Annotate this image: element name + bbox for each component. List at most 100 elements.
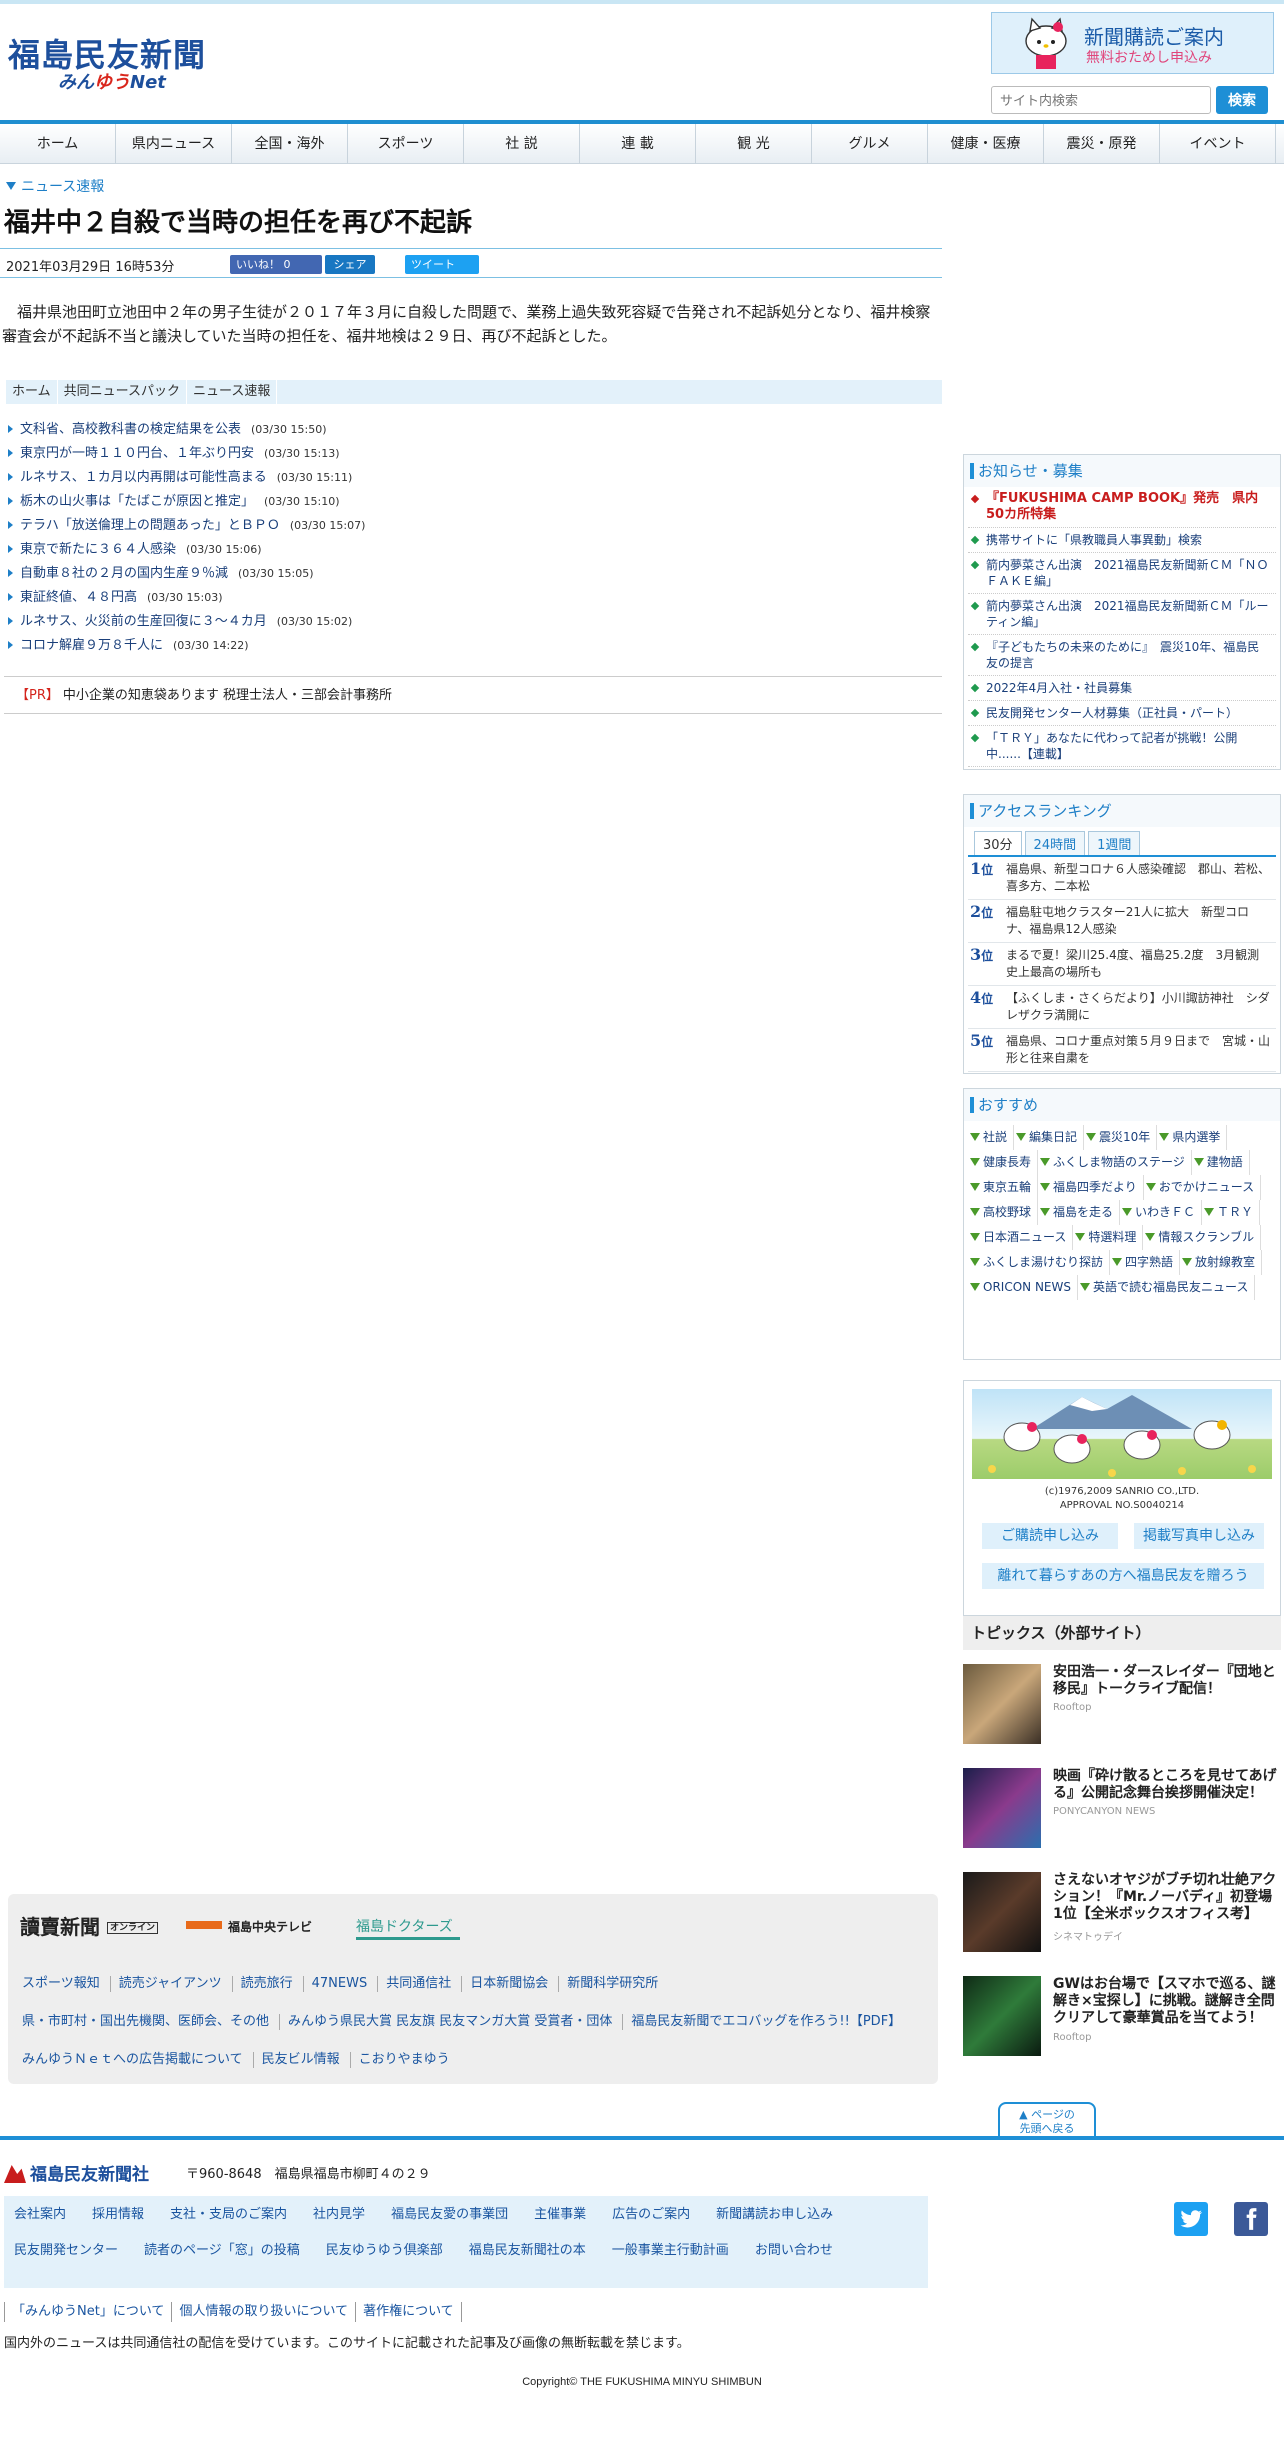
footer-link[interactable]: 会社案内	[10, 2206, 70, 2224]
topic-item[interactable]: 映画『砕け散るところを見せてあげる』公開記念舞台挨拶開催決定！ PONYCANY…	[963, 1768, 1281, 1856]
footer-link[interactable]: 新聞講読お申し込み	[712, 2206, 837, 2224]
subscription-banner[interactable]: 新聞購読ご案内 無料おためし申込み	[991, 12, 1274, 74]
nav-item-home[interactable]: ホーム	[0, 124, 116, 164]
nav-item-gourmet[interactable]: グルメ	[812, 124, 928, 164]
partner-link[interactable]: 日本新聞協会	[462, 1976, 560, 1992]
policy-link[interactable]: 個人情報の取り扱いについて	[171, 2302, 355, 2322]
tag-home[interactable]: ホーム	[6, 380, 58, 404]
footer-link[interactable]: 社内見学	[309, 2206, 369, 2224]
fukushima-doctors-logo[interactable]: 福島ドクターズ	[356, 1910, 460, 1940]
search-input[interactable]	[991, 86, 1211, 114]
footer-link[interactable]: 支社・支局のご案内	[166, 2206, 291, 2224]
twitter-icon[interactable]	[1174, 2202, 1208, 2236]
tag-news-flash[interactable]: ニュース速報	[187, 380, 278, 404]
partner-link[interactable]: 読売ジャイアンツ	[111, 1976, 233, 1992]
partner-link[interactable]: 読売旅行	[233, 1976, 304, 1992]
recommended-link[interactable]: 県内選挙	[1157, 1125, 1228, 1150]
partner-link[interactable]: 民友ビル情報	[254, 2052, 351, 2068]
subscribe-button[interactable]: ご購読申し込み	[982, 1523, 1118, 1549]
partner-link[interactable]: 47NEWS	[304, 1976, 379, 1992]
news-item[interactable]: 自動車８社の２月の国内生産９％減 (03/30 15:05)	[8, 562, 942, 586]
recommended-link[interactable]: 日本酒ニュース	[968, 1225, 1074, 1250]
footer-link[interactable]: 福島民友愛の事業団	[387, 2206, 512, 2224]
facebook-share-button[interactable]: シェア	[325, 255, 375, 274]
partner-link[interactable]: スポーツ報知	[14, 1976, 111, 1992]
facebook-like-button[interactable]: いいね！ 0	[230, 255, 322, 274]
nav-item-health[interactable]: 健康・医療	[928, 124, 1044, 164]
recommended-link[interactable]: いわきＦＣ	[1120, 1200, 1203, 1225]
partner-link[interactable]: みんゆう県民大賞 民友旗 民友マンガ大賞 受賞者・団体	[280, 2014, 624, 2030]
news-item[interactable]: 東京円が一時１１０円台、１年ぶり円安 (03/30 15:13)	[8, 442, 942, 466]
tab-1week[interactable]: 1週間	[1088, 831, 1141, 855]
recommended-link[interactable]: 特選料理	[1073, 1225, 1144, 1250]
recommended-link[interactable]: おでかけニュース	[1144, 1175, 1262, 1200]
news-item[interactable]: テラハ「放送倫理上の問題あった」とＢＰＯ (03/30 15:07)	[8, 514, 942, 538]
recommended-link[interactable]: 福島四季だより	[1038, 1175, 1144, 1200]
policy-link[interactable]: 著作権について	[355, 2302, 462, 2322]
tag-kyodo-pack[interactable]: 共同ニュースパック	[58, 380, 187, 404]
footer-link[interactable]: 一般事業主行動計画	[608, 2242, 733, 2260]
nav-item-sports[interactable]: スポーツ	[348, 124, 464, 164]
news-item[interactable]: ルネサス、火災前の生産回復に３～４カ月 (03/30 15:02)	[8, 610, 942, 634]
recommended-link[interactable]: 編集日記	[1014, 1125, 1085, 1150]
notice-item[interactable]: 2022年4月入社・社員募集	[968, 676, 1276, 701]
recommended-link[interactable]: 震災10年	[1084, 1125, 1158, 1150]
pr-link[interactable]: 【PR】 中小企業の知恵袋あります 税理士法人・三部会計事務所	[4, 676, 942, 714]
recommended-link[interactable]: 社説	[968, 1125, 1015, 1150]
partner-link[interactable]: こおりやまゆう	[351, 2052, 460, 2068]
partner-link[interactable]: 共同通信社	[378, 1976, 463, 1992]
footer-logo[interactable]: 福島民友新聞社	[4, 2160, 149, 2185]
recommended-link[interactable]: 東京五輪	[968, 1175, 1039, 1200]
facebook-icon[interactable]	[1234, 2202, 1268, 2236]
news-item[interactable]: 東京で新たに３６４人感染 (03/30 15:06)	[8, 538, 942, 562]
recommended-link[interactable]: ふくしま湯けむり探訪	[968, 1250, 1111, 1275]
notice-item[interactable]: 「ＴＲＹ」あなたに代わって記者が挑戦！公開中......【連載】	[968, 726, 1276, 767]
footer-link[interactable]: 採用情報	[88, 2206, 148, 2224]
site-logo[interactable]: 福島民友新聞 みんゆうNet	[8, 30, 218, 93]
fct-logo[interactable]: 福島中央テレビ	[186, 1910, 336, 1944]
notice-item[interactable]: 箭内夢菜さん出演 2021福島民友新聞新ＣＭ「ＮＯＦＡＫＥ編」	[968, 553, 1276, 594]
ranking-item[interactable]: 3位 まるで夏！梁川25.4度、福島25.2度 3月観測史上最高の場所も	[968, 943, 1276, 986]
tab-24h[interactable]: 24時間	[1024, 831, 1086, 855]
nav-item-tourism[interactable]: 観 光	[696, 124, 812, 164]
yomiuri-logo[interactable]: 讀賣新聞 オンライン	[20, 1910, 170, 1944]
notice-item[interactable]: 携帯サイトに「県教職員人事異動」検索	[968, 528, 1276, 553]
nav-item-series[interactable]: 連 載	[580, 124, 696, 164]
ranking-item[interactable]: 2位 福島駐屯地クラスター21人に拡大 新型コロナ、福島県12人感染	[968, 900, 1276, 943]
notice-item[interactable]: 『子どもたちの未来のために』 震災10年、福島民友の提言	[968, 635, 1276, 676]
policy-link[interactable]: 「みんゆうNet」について	[4, 2302, 171, 2322]
news-item[interactable]: ルネサス、１カ月以内再開は可能性高まる (03/30 15:11)	[8, 466, 942, 490]
ranking-item[interactable]: 4位 【ふくしま・さくらだより】小川諏訪神社 シダレザクラ満開に	[968, 986, 1276, 1029]
back-to-top-button[interactable]: ▲ ページの 先頭へ戻る	[998, 2102, 1096, 2140]
recommended-link[interactable]: 放射線教室	[1180, 1250, 1263, 1275]
gift-subscription-button[interactable]: 離れて暮らすあの方へ福島民友を贈ろう	[982, 1563, 1264, 1589]
nav-item-disaster[interactable]: 震災・原発	[1044, 124, 1160, 164]
footer-link[interactable]: お問い合わせ	[751, 2242, 837, 2260]
ranking-item[interactable]: 1位 福島県、新型コロナ６人感染確認 郡山、若松、喜多方、二本松	[968, 857, 1276, 900]
ranking-item[interactable]: 5位 福島県、コロナ重点対策５月９日まで 宮城・山形と往来自粛を	[968, 1029, 1276, 1072]
notice-item[interactable]: 箭内夢菜さん出演 2021福島民友新聞新ＣＭ「ルーティン編」	[968, 594, 1276, 635]
search-button[interactable]: 検索	[1216, 86, 1268, 114]
topic-item[interactable]: GWはお台場で【スマホで巡る、謎解き×宝探し】に挑戦。謎解き全問クリアして豪華賞…	[963, 1976, 1281, 2064]
news-item[interactable]: 文科省、高校教科書の検定結果を公表 (03/30 15:50)	[8, 418, 942, 442]
partner-link[interactable]: みんゆうＮｅｔへの広告掲載について	[14, 2052, 254, 2068]
nav-item-national[interactable]: 全国・海外	[232, 124, 348, 164]
recommended-link[interactable]: 健康長寿	[968, 1150, 1039, 1175]
footer-link[interactable]: 福島民友新聞社の本	[465, 2242, 590, 2260]
tab-30min[interactable]: 30分	[974, 831, 1022, 855]
tweet-button[interactable]: ツイート	[405, 255, 479, 274]
footer-link[interactable]: 広告のご案内	[608, 2206, 694, 2224]
nav-item-events[interactable]: イベント	[1160, 124, 1276, 164]
partner-link[interactable]: 県・市町村・国出先機関、医師会、その他	[14, 2014, 281, 2030]
partner-link[interactable]: 福島民友新聞でエコバッグを作ろう!!【PDF】	[623, 2014, 911, 2030]
recommended-link[interactable]: ORICON NEWS	[968, 1275, 1078, 1300]
recommended-link[interactable]: 情報スクランブル	[1143, 1225, 1262, 1250]
footer-link[interactable]: 民友ゆうゆう倶楽部	[322, 2242, 447, 2260]
recommended-link[interactable]: ふくしま物語のステージ	[1038, 1150, 1192, 1175]
news-item[interactable]: コロナ解雇９万８千人に (03/30 14:22)	[8, 634, 942, 658]
recommended-link[interactable]: 建物語	[1192, 1150, 1250, 1175]
nav-item-prefecture[interactable]: 県内ニュース	[116, 124, 232, 164]
news-item[interactable]: 東証終値、４８円高 (03/30 15:03)	[8, 586, 942, 610]
notice-item[interactable]: 民友開発センター人材募集（正社員・パート）	[968, 701, 1276, 726]
recommended-link[interactable]: 四字熟語	[1110, 1250, 1181, 1275]
